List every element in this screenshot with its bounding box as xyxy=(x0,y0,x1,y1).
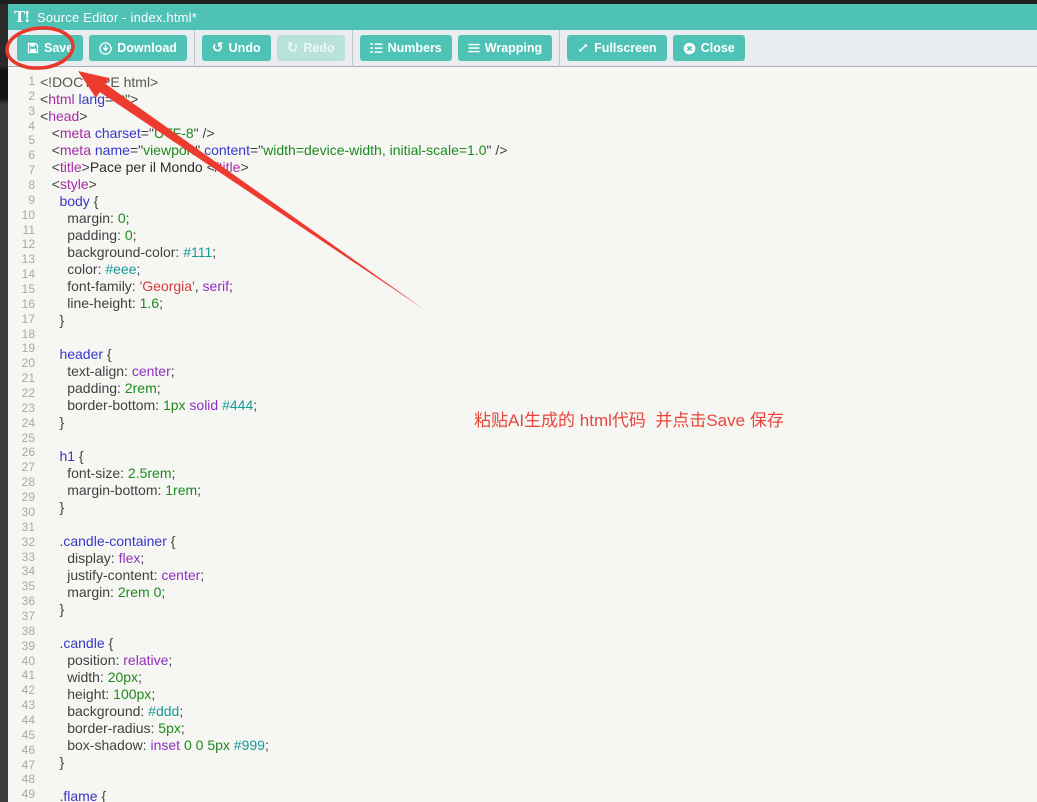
code-line: margin: 0; xyxy=(40,210,1037,227)
code-line: .candle-container { xyxy=(40,533,1037,550)
code-line xyxy=(40,516,1037,533)
code-line: position: relative; xyxy=(40,652,1037,669)
save-button[interactable]: Save xyxy=(17,35,83,61)
code-line: } xyxy=(40,414,1037,431)
dialog-titlebar: T! Source Editor - index.html* xyxy=(8,4,1037,30)
code-line: <head> xyxy=(40,108,1037,125)
code-line xyxy=(40,618,1037,635)
code-line: margin: 2rem 0; xyxy=(40,584,1037,601)
code-line xyxy=(40,771,1037,788)
code-line: } xyxy=(40,499,1037,516)
code-line: box-shadow: inset 0 0 5px #999; xyxy=(40,737,1037,754)
code-line: color: #eee; xyxy=(40,261,1037,278)
numbers-button[interactable]: Numbers xyxy=(360,35,452,61)
download-button[interactable]: Download xyxy=(89,35,187,61)
toolbar: Save Download ↺ Undo ↻ Redo Numbers Wrap… xyxy=(8,30,1037,67)
save-icon xyxy=(27,42,39,54)
wrapping-icon xyxy=(468,42,480,54)
code-line: margin-bottom: 1rem; xyxy=(40,482,1037,499)
code-line: } xyxy=(40,754,1037,771)
code-line: <!DOCTYPE html> xyxy=(40,74,1037,91)
code-content[interactable]: <!DOCTYPE html><html lang="it"><head> <m… xyxy=(40,74,1037,802)
code-line: .candle { xyxy=(40,635,1037,652)
code-line: border-radius: 5px; xyxy=(40,720,1037,737)
code-line: width: 20px; xyxy=(40,669,1037,686)
code-line: height: 100px; xyxy=(40,686,1037,703)
source-editor-dialog: T! Source Editor - index.html* Save Down… xyxy=(8,4,1037,802)
fullscreen-button[interactable]: Fullscreen xyxy=(567,35,667,61)
code-line: } xyxy=(40,601,1037,618)
undo-button[interactable]: ↺ Undo xyxy=(202,35,271,61)
code-line: header { xyxy=(40,346,1037,363)
toolbar-separator xyxy=(352,30,353,67)
wrapping-button[interactable]: Wrapping xyxy=(458,35,552,61)
undo-icon: ↺ xyxy=(212,41,224,55)
code-line: <style> xyxy=(40,176,1037,193)
code-line: display: flex; xyxy=(40,550,1037,567)
code-line: font-size: 2.5rem; xyxy=(40,465,1037,482)
dialog-title: Source Editor - index.html* xyxy=(37,10,197,25)
code-line: body { xyxy=(40,193,1037,210)
code-editor[interactable]: 1234567891011121314151617181920212223242… xyxy=(8,67,1037,802)
code-line: padding: 2rem; xyxy=(40,380,1037,397)
code-line: <html lang="it"> xyxy=(40,91,1037,108)
download-icon xyxy=(99,42,112,55)
code-line: justify-content: center; xyxy=(40,567,1037,584)
line-number-gutter: 1234567891011121314151617181920212223242… xyxy=(8,74,35,802)
code-line: <title>Pace per il Mondo </title> xyxy=(40,159,1037,176)
code-line: background: #ddd; xyxy=(40,703,1037,720)
code-line: text-align: center; xyxy=(40,363,1037,380)
code-line: font-family: 'Georgia', serif; xyxy=(40,278,1037,295)
code-line: background-color: #111; xyxy=(40,244,1037,261)
redo-button: ↻ Redo xyxy=(277,35,345,61)
page-background-left-strip xyxy=(0,4,8,802)
code-line: } xyxy=(40,312,1037,329)
code-line: line-height: 1.6; xyxy=(40,295,1037,312)
code-line: .flame { xyxy=(40,788,1037,802)
code-line: h1 { xyxy=(40,448,1037,465)
code-line: <meta name="viewport" content="width=dev… xyxy=(40,142,1037,159)
toolbar-separator xyxy=(194,30,195,67)
numbered-list-icon xyxy=(370,42,383,54)
app-logo: T! xyxy=(14,7,29,27)
code-line: border-bottom: 1px solid #444; xyxy=(40,397,1037,414)
close-icon xyxy=(683,42,696,55)
code-line: padding: 0; xyxy=(40,227,1037,244)
code-line: <meta charset="UTF-8" /> xyxy=(40,125,1037,142)
close-button[interactable]: Close xyxy=(673,35,745,61)
toolbar-separator xyxy=(559,30,560,67)
fullscreen-icon xyxy=(577,42,589,54)
code-line xyxy=(40,329,1037,346)
code-line xyxy=(40,431,1037,448)
redo-icon: ↻ xyxy=(287,41,299,55)
